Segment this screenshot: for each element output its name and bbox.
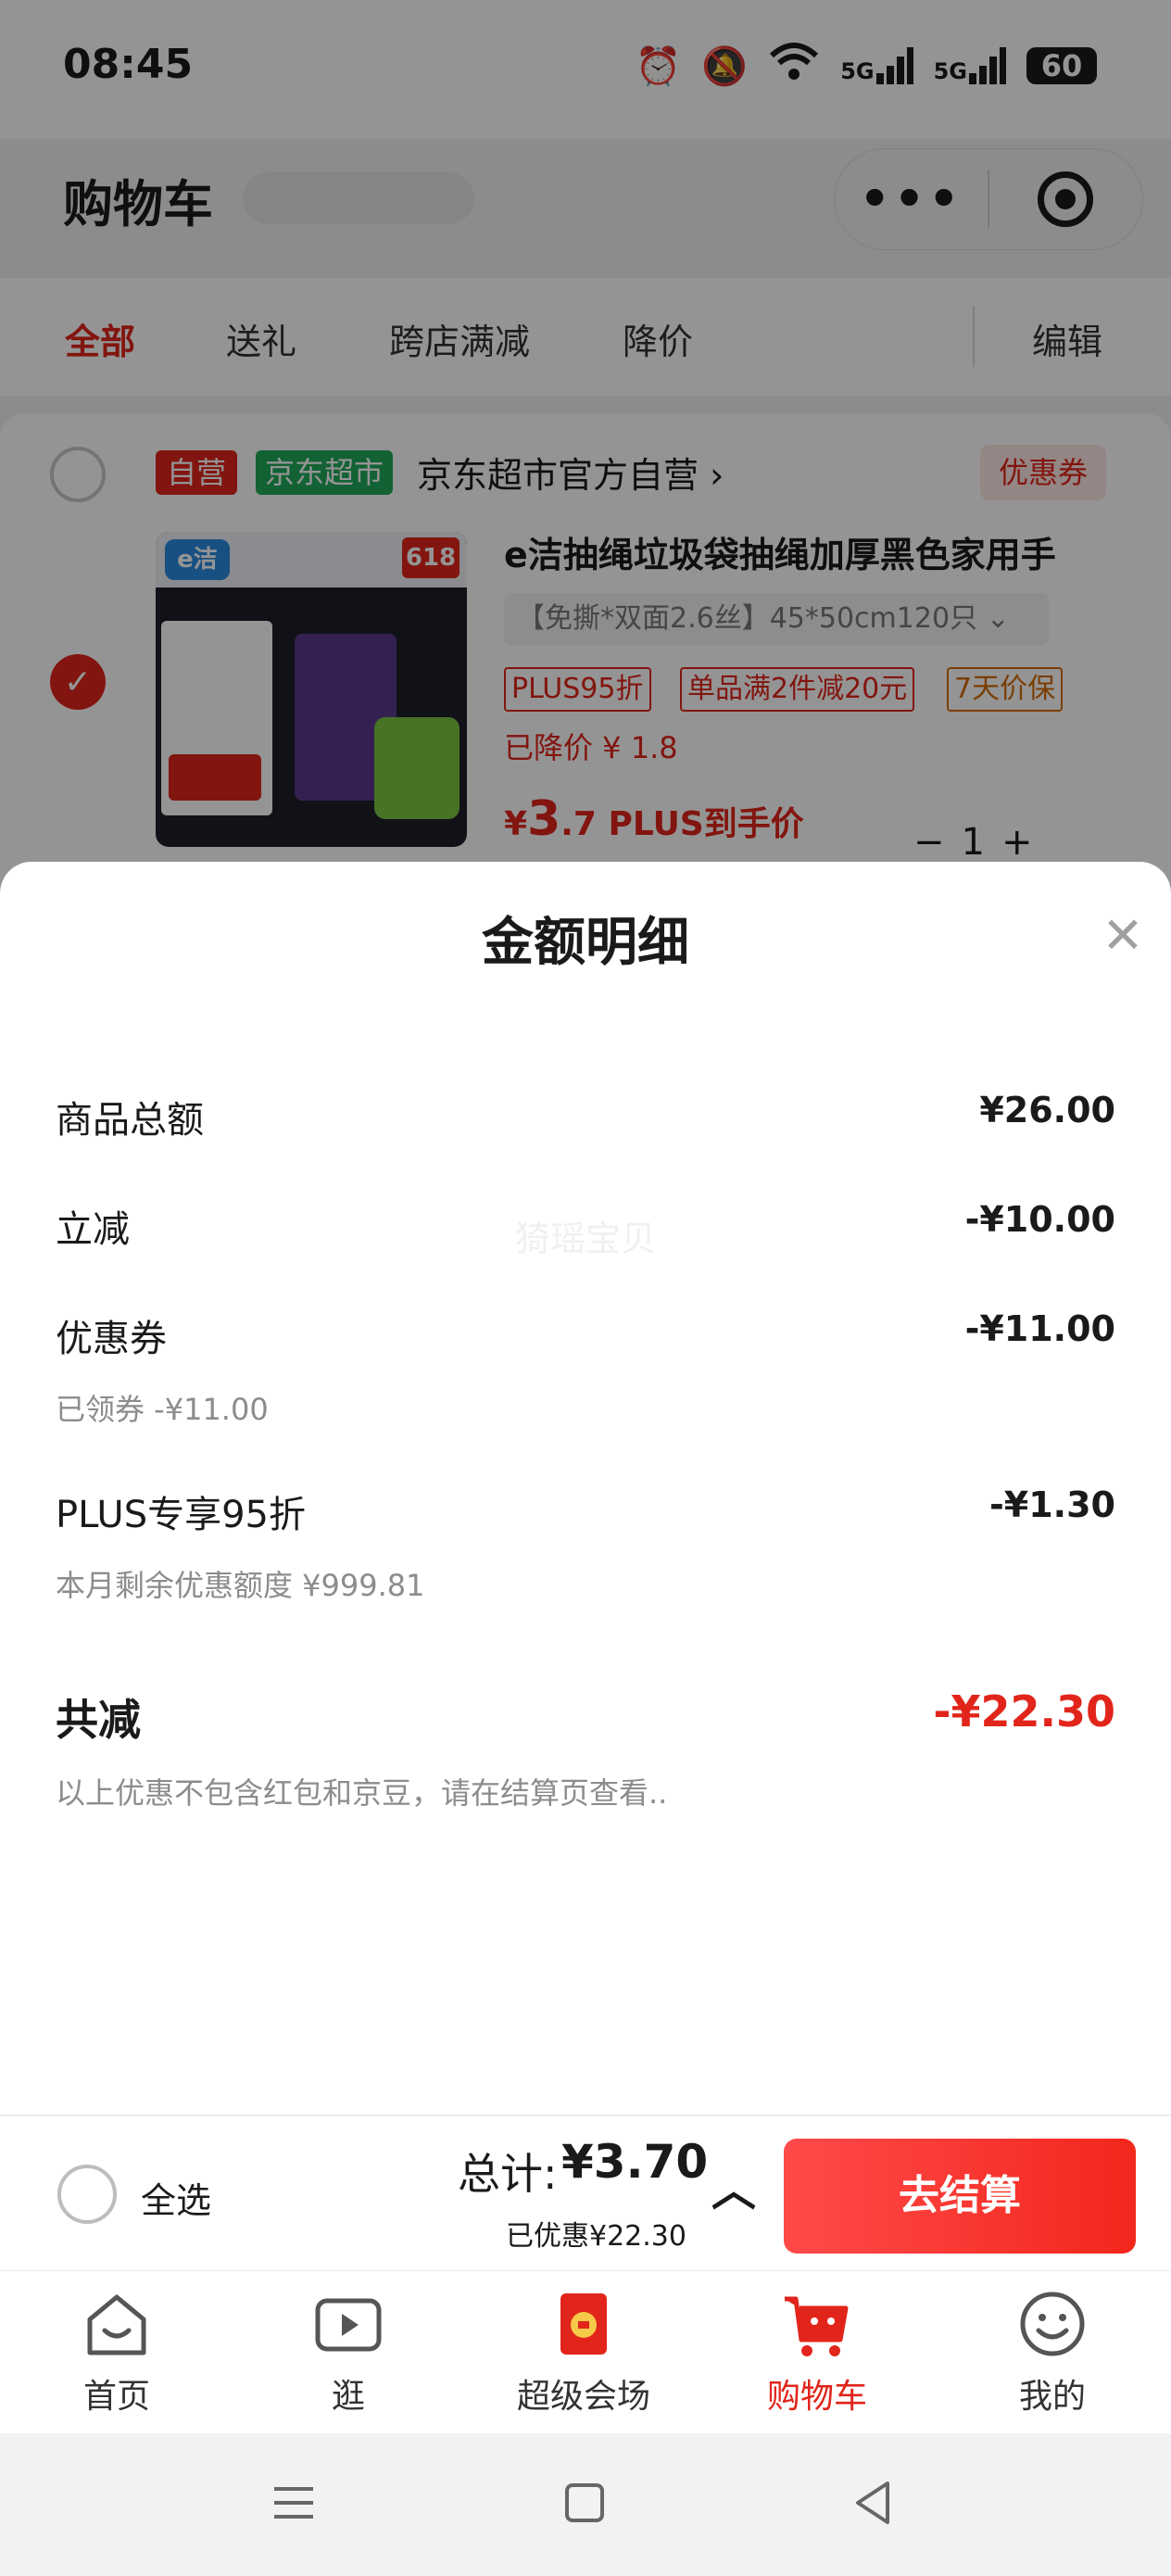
discount-note: 以上优惠不包含红包和京豆，请在结算页查看.. [56, 1775, 668, 1811]
subtotal-value: ¥26.00 [979, 1090, 1115, 1130]
checkout-button[interactable]: 去结算 [784, 2139, 1136, 2254]
system-nav-bar [0, 2433, 1171, 2576]
tabbar-label: 逛 [331, 2378, 365, 2416]
tabbar-super-venue[interactable]: 超级会场 [491, 2288, 676, 2427]
plus-discount-label: PLUS专享95折 [56, 1494, 306, 1536]
video-icon [315, 2298, 382, 2352]
menu-icon[interactable] [261, 2470, 326, 2535]
tabbar-label: 首页 [82, 2378, 150, 2416]
subtotal-label: 商品总额 [56, 1099, 204, 1142]
total-value: ¥3.70 [561, 2135, 709, 2189]
tabbar-label: 我的 [1018, 2378, 1086, 2416]
back-icon[interactable] [841, 2470, 906, 2535]
smiley-icon [1020, 2292, 1085, 2356]
home-icon [87, 2294, 146, 2355]
plus-discount-sub: 本月剩余优惠额度 ¥999.81 [56, 1568, 425, 1603]
tabbar-label: 购物车 [766, 2378, 867, 2416]
select-all-checkbox[interactable] [57, 2165, 117, 2224]
tabbar-browse[interactable]: 逛 [256, 2288, 441, 2427]
checkout-bar: 全选 总计: ¥3.70 已优惠¥22.30 ︿ 去结算 [0, 2115, 1171, 2270]
tabbar-cart[interactable]: 购物车 [724, 2288, 910, 2427]
coupon-value: -¥11.00 [964, 1308, 1115, 1349]
total-discount-label: 共减 [56, 1695, 141, 1745]
bottom-tabbar: 首页 逛 超级会场 购物车 我的 [0, 2270, 1171, 2433]
cart-icon [785, 2296, 849, 2356]
red-envelope-icon [560, 2293, 607, 2355]
chevron-up-icon[interactable]: ︿ [711, 2153, 756, 2218]
tabbar-home[interactable]: 首页 [24, 2288, 209, 2427]
select-all-label[interactable]: 全选 [141, 2172, 211, 2223]
coupon-label: 优惠券 [56, 1318, 167, 1360]
instant-discount-label: 立减 [56, 1208, 130, 1251]
amount-detail-sheet: 金额明细 ✕ 猗瑶宝贝 商品总额 ¥26.00 立减 -¥10.00 优惠券 -… [0, 862, 1171, 2115]
sheet-title: 金额明细 [482, 913, 689, 973]
total-label: 总计: [458, 2149, 558, 2199]
tabbar-label: 超级会场 [516, 2378, 650, 2416]
total-discount-value: -¥22.30 [933, 1686, 1115, 1736]
tabbar-mine[interactable]: 我的 [960, 2288, 1145, 2427]
plus-discount-value: -¥1.30 [989, 1484, 1115, 1525]
home-square-icon[interactable] [552, 2470, 617, 2535]
coupon-sub: 已领券 -¥11.00 [56, 1392, 269, 1427]
close-icon[interactable]: ✕ [1093, 906, 1152, 966]
instant-discount-value: -¥10.00 [964, 1199, 1115, 1240]
saved-amount: 已优惠¥22.30 [506, 2220, 686, 2253]
